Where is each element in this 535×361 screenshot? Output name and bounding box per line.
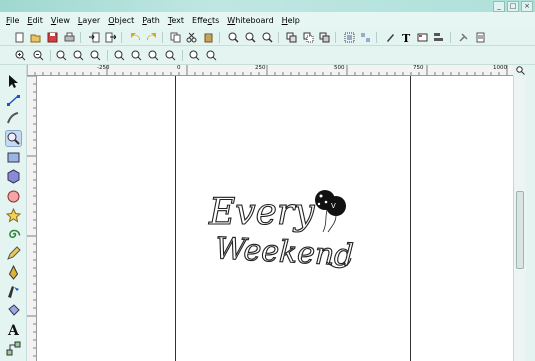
menu-whiteboard[interactable]: Whiteboard: [227, 16, 273, 25]
close-button[interactable]: ×: [521, 1, 533, 12]
align-distribute-icon[interactable]: [433, 32, 444, 43]
horizontal-ruler[interactable]: -250 0 250 500 750 1000: [27, 65, 513, 76]
tweak-tool[interactable]: [6, 111, 21, 126]
preferences-icon[interactable]: [458, 32, 469, 43]
unlink-clone-icon[interactable]: [319, 32, 330, 43]
ungroup-icon[interactable]: [360, 32, 371, 43]
ruler-label: 0: [177, 65, 181, 71]
page-border-right: [410, 76, 411, 361]
zoom-1-1-icon[interactable]: [56, 50, 67, 61]
drawing-canvas[interactable]: Every Weekend V: [37, 76, 513, 361]
node-tool[interactable]: [6, 93, 21, 108]
open-icon[interactable]: [30, 32, 41, 43]
calligraphy-tool[interactable]: [6, 284, 21, 299]
page-border-left: [175, 76, 176, 361]
spiral-tool[interactable]: [6, 227, 21, 242]
artwork-line1: Every: [208, 192, 315, 233]
window-title-bar: _ □ ×: [0, 0, 535, 12]
duplicate-icon[interactable]: [286, 32, 297, 43]
zoom-corner-icon[interactable]: [516, 66, 525, 75]
zoom-page-icon[interactable]: [262, 32, 273, 43]
balloon-2: [326, 196, 346, 216]
commands-toolbar: T: [0, 29, 535, 46]
ruler-label: 500: [334, 65, 345, 71]
maximize-button[interactable]: □: [507, 1, 519, 12]
zoom-selection-icon[interactable]: [228, 32, 239, 43]
paste-icon[interactable]: [203, 32, 214, 43]
ruler-label: 250: [255, 65, 266, 71]
menu-effects[interactable]: Effects: [192, 16, 219, 25]
connector-tool[interactable]: [6, 341, 21, 356]
scrollbar-thumb[interactable]: [516, 191, 524, 269]
zoom-1-2-icon[interactable]: [73, 50, 84, 61]
3d-box-tool[interactable]: [6, 169, 21, 184]
menu-edit[interactable]: Edit: [27, 16, 43, 25]
pen-tool[interactable]: [6, 265, 21, 280]
ruler-label: -250: [97, 65, 110, 71]
balloon-dots: [317, 202, 321, 206]
import-icon[interactable]: [89, 32, 100, 43]
toolbox: A: [0, 65, 27, 361]
ruler-ticks: [27, 76, 36, 357]
svg-text:T: T: [402, 32, 411, 43]
xml-editor-icon[interactable]: [417, 32, 428, 43]
paint-bucket-tool[interactable]: [6, 303, 21, 318]
zoom-fit-selection-icon[interactable]: [114, 50, 125, 61]
rectangle-tool[interactable]: [6, 150, 21, 165]
vertical-scrollbar[interactable]: [513, 76, 526, 361]
svg-text:A: A: [7, 323, 20, 337]
new-document-icon[interactable]: [14, 32, 25, 43]
zoom-2-1-icon[interactable]: [90, 50, 101, 61]
zoom-drawing-icon[interactable]: [245, 32, 256, 43]
ellipse-tool[interactable]: [6, 189, 21, 204]
menu-layer[interactable]: Layer: [78, 16, 100, 25]
export-icon[interactable]: [105, 32, 116, 43]
text-tool[interactable]: A: [6, 322, 21, 337]
document-properties-icon[interactable]: [475, 32, 486, 43]
artwork[interactable]: Every Weekend V: [207, 186, 367, 286]
zoom-in-icon[interactable]: [15, 50, 26, 61]
print-icon[interactable]: [64, 32, 75, 43]
ruler-label: 750: [413, 65, 424, 71]
balloon-label: V: [331, 202, 336, 210]
ruler-label: 1000: [493, 65, 507, 71]
menu-file[interactable]: File: [6, 16, 19, 25]
menu-object[interactable]: Object: [108, 16, 134, 25]
zoom-toolbar: [0, 46, 535, 65]
zoom-out-icon[interactable]: [33, 50, 44, 61]
menu-help[interactable]: Help: [282, 16, 300, 25]
zoom-tool[interactable]: [5, 130, 22, 147]
text-font-icon[interactable]: T: [401, 32, 412, 43]
menu-text[interactable]: Text: [168, 16, 184, 25]
zoom-previous-icon[interactable]: [189, 50, 200, 61]
menu-bar: File Edit View Layer Object Path Text Ef…: [0, 12, 535, 29]
balloon-dots: [324, 200, 328, 204]
zoom-fit-page-icon[interactable]: [148, 50, 159, 61]
zoom-fit-width-icon[interactable]: [165, 50, 176, 61]
menu-view[interactable]: View: [51, 16, 70, 25]
save-icon[interactable]: [47, 32, 58, 43]
minimize-button[interactable]: _: [493, 1, 505, 12]
fill-stroke-icon[interactable]: [385, 32, 396, 43]
balloon-dots: [319, 194, 323, 198]
zoom-fit-drawing-icon[interactable]: [131, 50, 142, 61]
vertical-ruler[interactable]: [27, 76, 37, 361]
pencil-tool[interactable]: [6, 246, 21, 261]
star-tool[interactable]: [6, 208, 21, 223]
undo-icon[interactable]: [130, 32, 141, 43]
redo-icon[interactable]: [146, 32, 157, 43]
cut-icon[interactable]: [186, 32, 197, 43]
clone-icon[interactable]: [303, 32, 314, 43]
group-icon[interactable]: [344, 32, 355, 43]
right-panel-strip: [526, 65, 535, 361]
copy-icon[interactable]: [170, 32, 181, 43]
selector-tool[interactable]: [6, 74, 21, 89]
menu-path[interactable]: Path: [142, 16, 160, 25]
zoom-next-icon[interactable]: [206, 50, 217, 61]
